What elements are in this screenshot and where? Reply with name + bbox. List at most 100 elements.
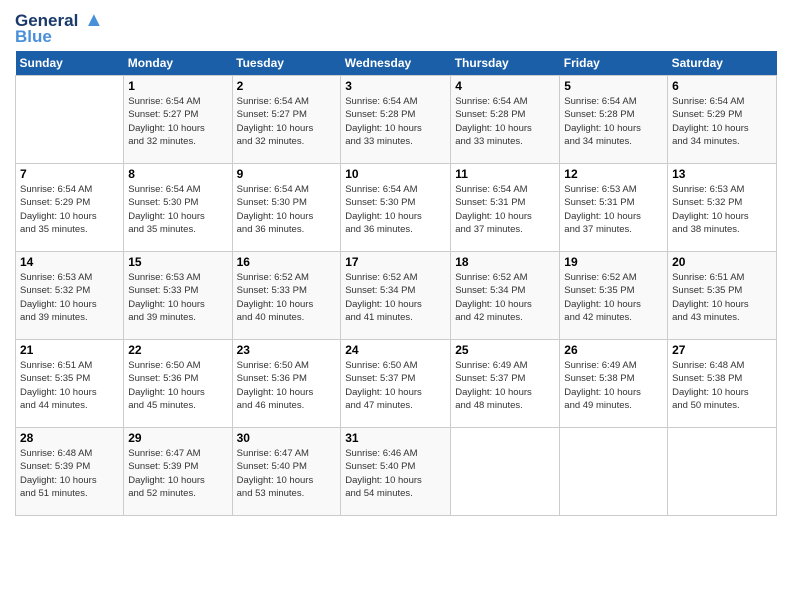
day-number: 30: [237, 431, 337, 445]
day-info: Sunrise: 6:54 AM Sunset: 5:29 PM Dayligh…: [20, 183, 119, 236]
day-number: 21: [20, 343, 119, 357]
day-number: 17: [345, 255, 446, 269]
day-info: Sunrise: 6:50 AM Sunset: 5:37 PM Dayligh…: [345, 359, 446, 412]
day-number: 8: [128, 167, 227, 181]
header-monday: Monday: [124, 51, 232, 76]
day-cell: 10 Sunrise: 6:54 AM Sunset: 5:30 PM Dayli…: [341, 164, 451, 252]
header-tuesday: Tuesday: [232, 51, 341, 76]
day-number: 5: [564, 79, 663, 93]
header-friday: Friday: [560, 51, 668, 76]
day-cell: 19 Sunrise: 6:52 AM Sunset: 5:35 PM Dayli…: [560, 252, 668, 340]
header-thursday: Thursday: [451, 51, 560, 76]
day-cell: [668, 428, 777, 516]
day-info: Sunrise: 6:52 AM Sunset: 5:34 PM Dayligh…: [455, 271, 555, 324]
day-cell: 2 Sunrise: 6:54 AM Sunset: 5:27 PM Daylig…: [232, 76, 341, 164]
day-cell: 9Sunrise: 6:54 AM Sunset: 5:30 PM Daylig…: [232, 164, 341, 252]
day-cell: 12 Sunrise: 6:53 AM Sunset: 5:31 PM Dayli…: [560, 164, 668, 252]
day-number: 3: [345, 79, 446, 93]
page-header: General ▲ Blue: [15, 10, 777, 45]
day-cell: 6 Sunrise: 6:54 AM Sunset: 5:29 PM Daylig…: [668, 76, 777, 164]
day-cell: 20Sunrise: 6:51 AM Sunset: 5:35 PM Dayli…: [668, 252, 777, 340]
day-info: Sunrise: 6:54 AM Sunset: 5:28 PM Dayligh…: [455, 95, 555, 148]
day-number: 14: [20, 255, 119, 269]
week-row-5: 28 Sunrise: 6:48 AM Sunset: 5:39 PM Dayli…: [16, 428, 777, 516]
day-info: Sunrise: 6:48 AM Sunset: 5:38 PM Dayligh…: [672, 359, 772, 412]
day-cell: 23Sunrise: 6:50 AM Sunset: 5:36 PM Dayli…: [232, 340, 341, 428]
calendar-table: SundayMondayTuesdayWednesdayThursdayFrid…: [15, 51, 777, 516]
day-info: Sunrise: 6:50 AM Sunset: 5:36 PM Dayligh…: [128, 359, 227, 412]
day-number: 7: [20, 167, 119, 181]
day-info: Sunrise: 6:50 AM Sunset: 5:36 PM Dayligh…: [237, 359, 337, 412]
header-sunday: Sunday: [16, 51, 124, 76]
day-info: Sunrise: 6:53 AM Sunset: 5:32 PM Dayligh…: [20, 271, 119, 324]
day-cell: 27 Sunrise: 6:48 AM Sunset: 5:38 PM Dayli…: [668, 340, 777, 428]
day-info: Sunrise: 6:54 AM Sunset: 5:28 PM Dayligh…: [345, 95, 446, 148]
day-cell: [451, 428, 560, 516]
day-cell: 21 Sunrise: 6:51 AM Sunset: 5:35 PM Dayli…: [16, 340, 124, 428]
day-number: 31: [345, 431, 446, 445]
day-cell: 8 Sunrise: 6:54 AM Sunset: 5:30 PM Daylig…: [124, 164, 232, 252]
day-number: 19: [564, 255, 663, 269]
day-info: Sunrise: 6:52 AM Sunset: 5:35 PM Dayligh…: [564, 271, 663, 324]
day-cell: 22 Sunrise: 6:50 AM Sunset: 5:36 PM Dayli…: [124, 340, 232, 428]
day-info: Sunrise: 6:51 AM Sunset: 5:35 PM Dayligh…: [20, 359, 119, 412]
day-info: Sunrise: 6:53 AM Sunset: 5:33 PM Dayligh…: [128, 271, 227, 324]
day-info: Sunrise: 6:54 AM Sunset: 5:30 PM Dayligh…: [128, 183, 227, 236]
day-cell: 14 Sunrise: 6:53 AM Sunset: 5:32 PM Dayli…: [16, 252, 124, 340]
day-info: Sunrise: 6:47 AM Sunset: 5:39 PM Dayligh…: [128, 447, 227, 500]
day-cell: 28 Sunrise: 6:48 AM Sunset: 5:39 PM Dayli…: [16, 428, 124, 516]
day-number: 4: [455, 79, 555, 93]
day-number: 28: [20, 431, 119, 445]
day-info: Sunrise: 6:49 AM Sunset: 5:38 PM Dayligh…: [564, 359, 663, 412]
header-wednesday: Wednesday: [341, 51, 451, 76]
day-info: Sunrise: 6:52 AM Sunset: 5:33 PM Dayligh…: [237, 271, 337, 324]
day-info: Sunrise: 6:48 AM Sunset: 5:39 PM Dayligh…: [20, 447, 119, 500]
day-info: Sunrise: 6:54 AM Sunset: 5:31 PM Dayligh…: [455, 183, 555, 236]
week-row-2: 7 Sunrise: 6:54 AM Sunset: 5:29 PM Daylig…: [16, 164, 777, 252]
day-cell: 15 Sunrise: 6:53 AM Sunset: 5:33 PM Dayli…: [124, 252, 232, 340]
day-number: 6: [672, 79, 772, 93]
day-info: Sunrise: 6:54 AM Sunset: 5:29 PM Dayligh…: [672, 95, 772, 148]
day-cell: 13 Sunrise: 6:53 AM Sunset: 5:32 PM Dayli…: [668, 164, 777, 252]
day-number: 25: [455, 343, 555, 357]
day-cell: 1 Sunrise: 6:54 AM Sunset: 5:27 PM Daylig…: [124, 76, 232, 164]
day-number: 10: [345, 167, 446, 181]
day-info: Sunrise: 6:52 AM Sunset: 5:34 PM Dayligh…: [345, 271, 446, 324]
day-info: Sunrise: 6:47 AM Sunset: 5:40 PM Dayligh…: [237, 447, 337, 500]
calendar-header-row: SundayMondayTuesdayWednesdayThursdayFrid…: [16, 51, 777, 76]
day-number: 26: [564, 343, 663, 357]
day-number: 13: [672, 167, 772, 181]
day-info: Sunrise: 6:54 AM Sunset: 5:27 PM Dayligh…: [128, 95, 227, 148]
week-row-4: 21 Sunrise: 6:51 AM Sunset: 5:35 PM Dayli…: [16, 340, 777, 428]
day-number: 29: [128, 431, 227, 445]
day-cell: 4 Sunrise: 6:54 AM Sunset: 5:28 PM Daylig…: [451, 76, 560, 164]
day-number: 27: [672, 343, 772, 357]
day-cell: [560, 428, 668, 516]
day-cell: 7 Sunrise: 6:54 AM Sunset: 5:29 PM Daylig…: [16, 164, 124, 252]
day-cell: 17 Sunrise: 6:52 AM Sunset: 5:34 PM Dayli…: [341, 252, 451, 340]
day-info: Sunrise: 6:49 AM Sunset: 5:37 PM Dayligh…: [455, 359, 555, 412]
day-number: 22: [128, 343, 227, 357]
day-cell: 5 Sunrise: 6:54 AM Sunset: 5:28 PM Daylig…: [560, 76, 668, 164]
week-row-3: 14 Sunrise: 6:53 AM Sunset: 5:32 PM Dayli…: [16, 252, 777, 340]
day-cell: 11 Sunrise: 6:54 AM Sunset: 5:31 PM Dayli…: [451, 164, 560, 252]
day-number: 1: [128, 79, 227, 93]
logo: General ▲ Blue: [15, 10, 104, 45]
day-number: 12: [564, 167, 663, 181]
day-number: 24: [345, 343, 446, 357]
week-row-1: 1 Sunrise: 6:54 AM Sunset: 5:27 PM Daylig…: [16, 76, 777, 164]
day-info: Sunrise: 6:53 AM Sunset: 5:31 PM Dayligh…: [564, 183, 663, 236]
calendar-body: 1 Sunrise: 6:54 AM Sunset: 5:27 PM Daylig…: [16, 76, 777, 516]
day-info: Sunrise: 6:54 AM Sunset: 5:30 PM Dayligh…: [345, 183, 446, 236]
day-cell: 18 Sunrise: 6:52 AM Sunset: 5:34 PM Dayli…: [451, 252, 560, 340]
day-number: 2: [237, 79, 337, 93]
day-number: 15: [128, 255, 227, 269]
day-number: 18: [455, 255, 555, 269]
day-info: Sunrise: 6:54 AM Sunset: 5:27 PM Dayligh…: [237, 95, 337, 148]
day-cell: 16 Sunrise: 6:52 AM Sunset: 5:33 PM Dayli…: [232, 252, 341, 340]
day-info: Sunrise: 6:53 AM Sunset: 5:32 PM Dayligh…: [672, 183, 772, 236]
day-number: 16: [237, 255, 337, 269]
day-info: Sunrise: 6:54 AM Sunset: 5:28 PM Dayligh…: [564, 95, 663, 148]
day-cell: [16, 76, 124, 164]
day-number: 11: [455, 167, 555, 181]
